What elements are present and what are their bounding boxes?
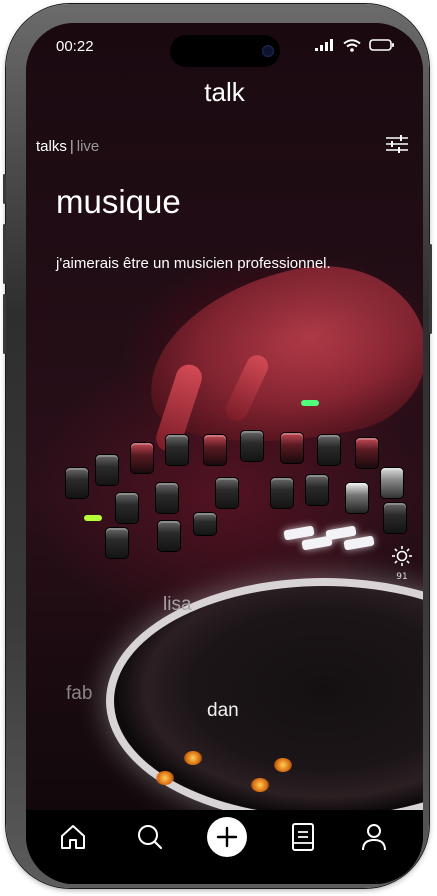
phone-frame: 00:22 talk talks | live musique j'aimera… <box>3 4 432 888</box>
mixer-knob <box>271 478 293 508</box>
led-light <box>274 758 292 772</box>
mixer-knob <box>166 435 188 465</box>
search-icon <box>138 825 163 850</box>
brightness-control[interactable]: 91 <box>389 545 415 582</box>
led-light <box>184 751 202 765</box>
status-bar: 00:22 <box>26 23 423 73</box>
user-icon <box>362 824 386 851</box>
side-button <box>3 174 6 204</box>
mixer-knob <box>194 513 216 535</box>
mixer-knob <box>96 455 118 485</box>
mixer-knob <box>66 468 88 498</box>
mixer-knob <box>281 433 303 463</box>
indicator-light <box>84 515 102 521</box>
camera-icon <box>262 45 274 57</box>
mixer-knob <box>158 521 180 551</box>
volume-up-button <box>3 224 6 284</box>
mixer-knob <box>204 435 226 465</box>
battery-icon <box>369 39 394 51</box>
tab-home[interactable] <box>58 822 88 852</box>
brightness-value: 91 <box>396 572 408 582</box>
mixer-knob <box>131 443 153 473</box>
screen: 00:22 talk talks | live musique j'aimera… <box>26 23 423 884</box>
tab-separator: | <box>69 138 74 155</box>
plus-icon <box>216 826 238 848</box>
mixer-knob <box>156 483 178 513</box>
app-title: talk <box>204 77 245 107</box>
mixer-knob <box>216 478 238 508</box>
participant-fab[interactable]: fab <box>66 683 92 705</box>
mixer-knob <box>106 528 128 558</box>
mixer-knob <box>116 493 138 523</box>
sliders-icon <box>386 135 408 153</box>
tab-search[interactable] <box>135 822 165 852</box>
status-icons <box>315 35 395 55</box>
led-light <box>156 771 174 785</box>
bottom-tab-bar <box>26 810 423 884</box>
add-button[interactable] <box>207 817 247 857</box>
indicator-light <box>301 400 319 406</box>
tab-switcher: talks | live <box>36 138 99 155</box>
mixer-knob <box>241 431 263 461</box>
home-icon <box>61 825 85 849</box>
power-button <box>429 244 432 334</box>
wifi-icon <box>343 38 361 52</box>
tab-talks[interactable]: talks <box>36 138 67 155</box>
tab-profile[interactable] <box>359 822 389 852</box>
sun-icon <box>392 546 412 566</box>
volume-down-button <box>3 294 6 354</box>
document-icon <box>292 823 314 851</box>
mixer-knob <box>384 503 406 533</box>
signal-icon <box>315 39 333 51</box>
participant-lisa[interactable]: lisa <box>163 594 192 616</box>
topic-title: musique <box>56 183 181 220</box>
mixer-knob <box>318 435 340 465</box>
led-light <box>251 778 269 792</box>
status-time: 00:22 <box>56 38 94 55</box>
mixer-knob <box>306 475 328 505</box>
mixer-knob <box>356 438 378 468</box>
tab-live[interactable]: live <box>77 138 100 155</box>
mixer-knob <box>346 483 368 513</box>
topic-quote: j'aimerais être un musicien professionne… <box>56 255 331 272</box>
mixer-knob <box>381 468 403 498</box>
participant-dan[interactable]: dan <box>207 700 239 722</box>
filter-button[interactable] <box>385 135 409 157</box>
tab-documents[interactable] <box>288 822 318 852</box>
